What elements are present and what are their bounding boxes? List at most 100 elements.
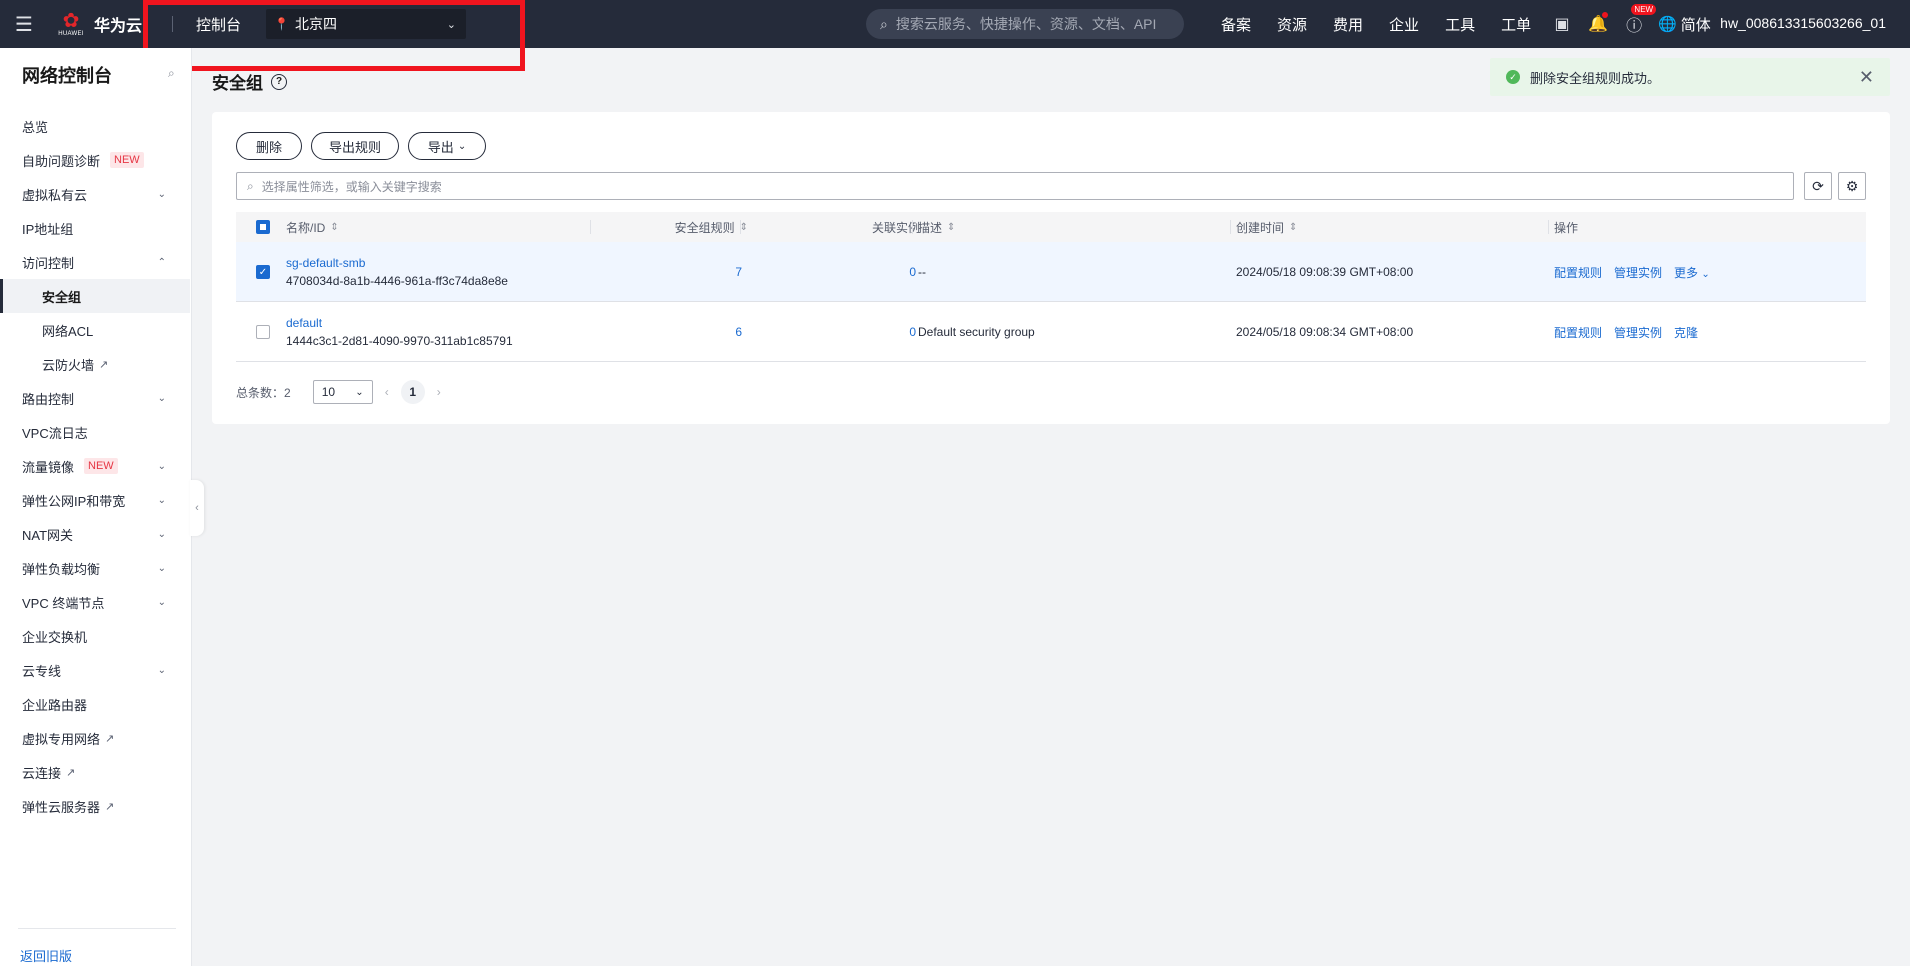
- sidebar-item-route-control[interactable]: 路由控制 ⌄: [0, 381, 190, 415]
- global-search-input[interactable]: ⌕ 搜索云服务、快捷操作、资源、文档、API: [866, 9, 1184, 39]
- configure-rules-link[interactable]: 配置规则: [1554, 324, 1602, 341]
- clone-link[interactable]: 克隆: [1674, 324, 1698, 341]
- table-row: ✓ sg-default-smb 4708034d-8a1b-4446-961a…: [236, 242, 1866, 302]
- sort-icon: ⇕: [1289, 221, 1298, 233]
- sidebar-item-nat-gateway[interactable]: NAT网关 ⌄: [0, 517, 190, 551]
- manage-instances-link[interactable]: 管理实例: [1614, 264, 1662, 281]
- delete-button[interactable]: 删除: [236, 132, 302, 160]
- brand-logo[interactable]: ✿ HUAWEI 华为云: [56, 9, 142, 39]
- security-group-name-link[interactable]: sg-default-smb: [286, 256, 365, 270]
- top-link-tickets[interactable]: 工单: [1488, 14, 1544, 35]
- sort-icon: ⇕: [947, 221, 956, 233]
- sidebar-item-ecs[interactable]: 弹性云服务器 ↗: [0, 789, 190, 823]
- export-rules-button[interactable]: 导出规则: [311, 132, 399, 160]
- cloud-shell-icon[interactable]: ▣: [1544, 14, 1580, 34]
- new-tag: NEW: [84, 458, 118, 474]
- sidebar-item-direct-connect[interactable]: 云专线 ⌄: [0, 653, 190, 687]
- sidebar-item-traffic-mirror[interactable]: 流量镜像 NEW ⌄: [0, 449, 190, 483]
- instances-count-link[interactable]: 0: [909, 265, 916, 279]
- prev-page-chevron-icon[interactable]: ‹: [385, 385, 389, 399]
- globe-icon: 🌐: [1658, 16, 1677, 33]
- security-group-name-link[interactable]: default: [286, 316, 322, 330]
- chevron-down-icon: ⌄: [157, 188, 166, 200]
- select-all-checkbox[interactable]: [256, 212, 270, 242]
- top-link-tools[interactable]: 工具: [1432, 14, 1488, 35]
- new-tag: NEW: [110, 152, 144, 168]
- back-to-old-version-link[interactable]: 返回旧版: [20, 946, 72, 965]
- sidebar-item-vpn[interactable]: 虚拟专用网络 ↗: [0, 721, 190, 755]
- description: --: [918, 265, 926, 279]
- language-label: 简体: [1680, 16, 1711, 34]
- sidebar-item-cloud-firewall[interactable]: 云防火墙 ↗: [0, 347, 190, 381]
- rules-count-link[interactable]: 6: [735, 325, 742, 339]
- column-created[interactable]: 创建时间 ⇕: [1236, 212, 1297, 242]
- sidebar-item-vpc-endpoint[interactable]: VPC 终端节点 ⌄: [0, 585, 190, 619]
- created-time: 2024/05/18 09:08:34 GMT+08:00: [1236, 325, 1414, 339]
- chevron-down-icon: ⌄: [157, 596, 166, 608]
- sidebar: 网络控制台 ⌕ 总览 自助问题诊断 NEW 虚拟私有云 ⌄ IP地址组 访问控制 ⌃ …: [0, 48, 192, 966]
- sidebar-item-vpc-flow-log[interactable]: VPC流日志: [0, 415, 190, 449]
- instances-count-link[interactable]: 0: [909, 325, 916, 339]
- refresh-icon[interactable]: ⟳: [1804, 172, 1832, 200]
- language-switch[interactable]: 🌐 简体: [1658, 14, 1711, 35]
- pagination: 总条数：2 10 ⌄ ‹ 1 ›: [236, 380, 441, 404]
- help-question-icon[interactable]: ?: [271, 73, 287, 90]
- external-link-icon: ↗: [105, 800, 115, 813]
- top-link-billing[interactable]: 费用: [1320, 14, 1376, 35]
- chevron-down-icon: ⌄: [157, 664, 166, 676]
- sidebar-item-enterprise-router[interactable]: 企业路由器: [0, 687, 190, 721]
- configure-rules-link[interactable]: 配置规则: [1554, 264, 1602, 281]
- sidebar-item-overview[interactable]: 总览: [0, 109, 190, 143]
- chevron-down-icon: ⌄: [157, 494, 166, 506]
- sidebar-search-icon[interactable]: ⌕: [168, 66, 175, 81]
- security-group-card: 删除 导出规则 导出 ⌄ ⌕ 选择属性筛选，或输入关键字搜索 ⟳ ⚙ 名称/ID ⇕…: [212, 112, 1890, 424]
- sidebar-item-vpc[interactable]: 虚拟私有云 ⌄: [0, 177, 190, 211]
- chevron-down-icon: ⌄: [157, 460, 166, 472]
- column-name[interactable]: 名称/ID ⇕: [286, 212, 339, 242]
- settings-gear-icon[interactable]: ⚙: [1838, 172, 1866, 200]
- console-link[interactable]: 控制台: [196, 14, 241, 35]
- new-badge: NEW: [1631, 4, 1657, 15]
- page-size-select[interactable]: 10 ⌄: [312, 380, 373, 404]
- manage-instances-link[interactable]: 管理实例: [1614, 324, 1662, 341]
- sidebar-collapse-chevron-left-icon[interactable]: ‹: [190, 480, 204, 536]
- sidebar-item-elb[interactable]: 弹性负载均衡 ⌄: [0, 551, 190, 585]
- security-group-id: 1444c3c1-2d81-4090-9970-311ab1c85791: [286, 334, 513, 348]
- page-title: 安全组 ?: [212, 69, 287, 94]
- hamburger-menu-icon[interactable]: ☰: [0, 0, 48, 48]
- close-icon[interactable]: ✕: [1859, 67, 1874, 88]
- top-links: 备案 资源 费用 企业 工具 工单 ▣ 🔔 ⓘ NEW 🌐 简体: [1208, 0, 1711, 48]
- user-account-menu[interactable]: hw_008613315603266_01: [1720, 15, 1886, 31]
- top-link-beian[interactable]: 备案: [1208, 14, 1264, 35]
- help-center-icon[interactable]: ⓘ NEW: [1616, 4, 1657, 36]
- rules-count-link[interactable]: 7: [735, 265, 742, 279]
- sidebar-item-access-control[interactable]: 访问控制 ⌃: [0, 245, 190, 279]
- sidebar-item-enterprise-switch[interactable]: 企业交换机: [0, 619, 190, 653]
- table-row: default 1444c3c1-2d81-4090-9970-311ab1c8…: [236, 302, 1866, 362]
- sidebar-item-eip-bandwidth[interactable]: 弹性公网IP和带宽 ⌄: [0, 483, 190, 517]
- region-select[interactable]: 📍 北京四 ⌄: [266, 9, 466, 39]
- row-checkbox[interactable]: ✓: [256, 242, 270, 302]
- filter-search-input[interactable]: ⌕ 选择属性筛选，或输入关键字搜索: [236, 172, 1794, 200]
- location-pin-icon: 📍: [274, 17, 289, 31]
- global-search-placeholder: 搜索云服务、快捷操作、资源、文档、API: [895, 16, 1157, 32]
- column-description[interactable]: 描述 ⇕: [918, 212, 955, 242]
- external-link-icon: ↗: [99, 358, 109, 371]
- chevron-down-icon: ⌄: [446, 18, 456, 31]
- page-number-current[interactable]: 1: [400, 380, 425, 404]
- top-link-resources[interactable]: 资源: [1264, 14, 1320, 35]
- notification-bell-icon[interactable]: 🔔: [1580, 12, 1616, 34]
- export-dropdown-button[interactable]: 导出 ⌄: [408, 132, 486, 160]
- top-link-enterprise[interactable]: 企业: [1376, 14, 1432, 35]
- sidebar-item-security-group[interactable]: 安全组: [0, 279, 190, 313]
- more-dropdown-link[interactable]: 更多 ⌄: [1674, 264, 1710, 281]
- next-page-chevron-icon[interactable]: ›: [437, 385, 441, 399]
- sidebar-item-ip-group[interactable]: IP地址组: [0, 211, 190, 245]
- sidebar-item-cloud-connect[interactable]: 云连接 ↗: [0, 755, 190, 789]
- sidebar-title: 网络控制台: [22, 66, 112, 86]
- sidebar-item-self-diagnosis[interactable]: 自助问题诊断 NEW: [0, 143, 190, 177]
- row-checkbox[interactable]: [256, 302, 270, 362]
- sidebar-item-network-acl[interactable]: 网络ACL: [0, 313, 190, 347]
- column-separator: [590, 220, 591, 234]
- column-rules[interactable]: 安全组规则 ⇕: [636, 212, 748, 242]
